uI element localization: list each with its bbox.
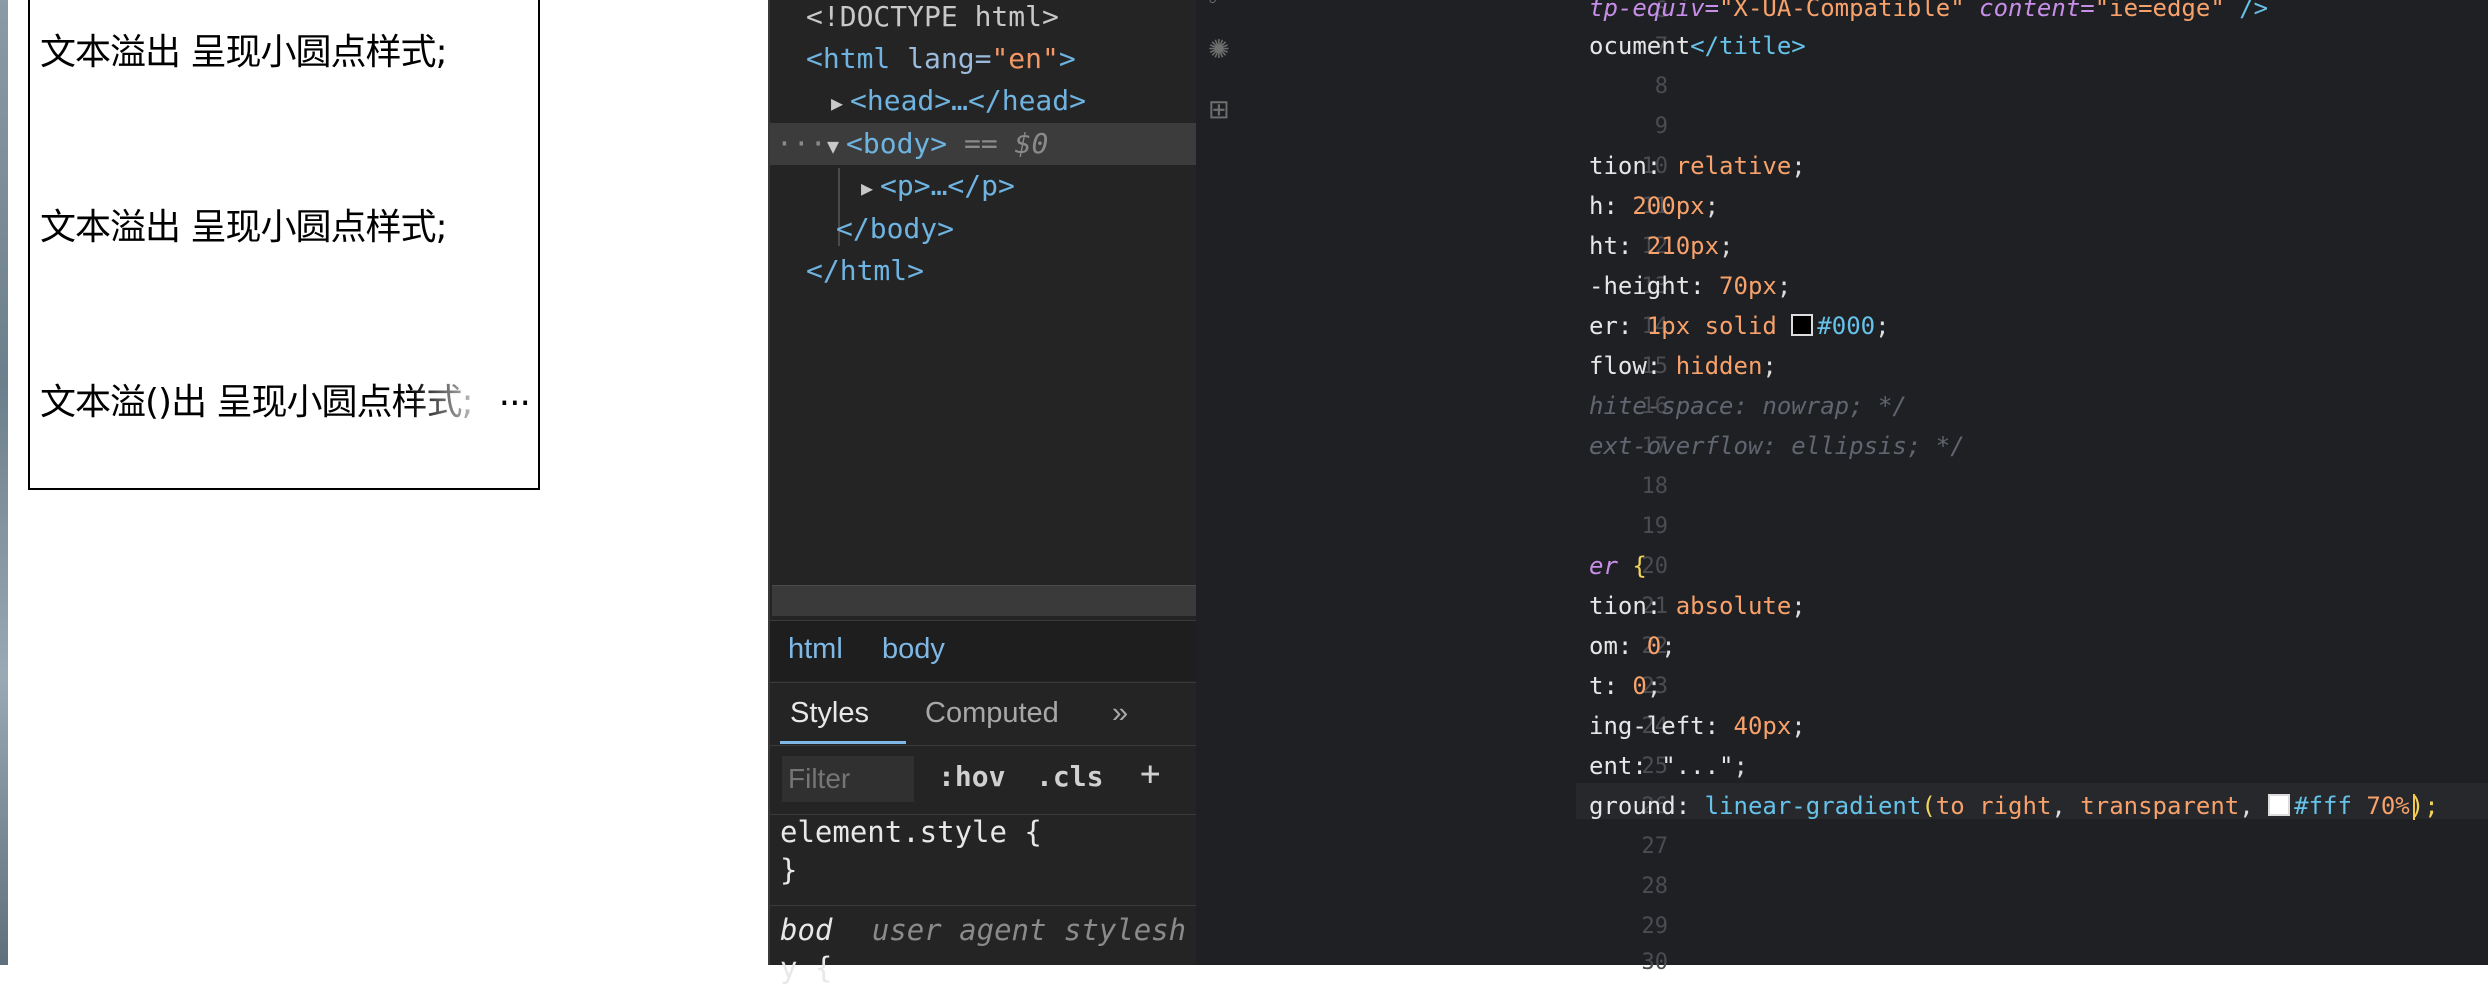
debug-bug-icon[interactable]: ✺: [1208, 34, 1238, 64]
styles-filter-input[interactable]: [782, 756, 914, 802]
code-line-6[interactable]: tp-equiv="X-UA-Compatible" content="ie=e…: [1589, 0, 2268, 22]
demo-text-line: 文本溢出 呈现小圆点样式;: [40, 207, 448, 248]
collapse-triangle-icon[interactable]: ▼: [820, 125, 846, 167]
code-editor: ◦ ✺ ⊞ 6 7 8 9 10 11 12 13 14 15 16 17 18…: [1196, 0, 2488, 975]
code-line-23[interactable]: t: 0;: [1589, 672, 1661, 700]
text-cursor: [2413, 794, 2415, 820]
dom-body-close[interactable]: </body>: [836, 208, 954, 250]
dom-body-node-selected[interactable]: ··· ▼ <body> == $0: [770, 123, 1198, 165]
line-number: 9: [1654, 114, 1668, 139]
browser-viewport: 文本溢出 呈现小圆点样式; 文本溢出 呈现小圆点样式; 文本溢()出 呈现小圆点…: [8, 0, 768, 965]
search-icon[interactable]: ◦: [1208, 0, 1238, 14]
styles-tabbar: Styles Computed »: [770, 682, 1198, 746]
more-dots-icon[interactable]: ···: [776, 123, 827, 165]
code-line-10[interactable]: tion: relative;: [1589, 152, 1806, 180]
tab-computed[interactable]: Computed: [925, 697, 1059, 730]
line-number: 28: [1641, 874, 1669, 899]
more-tabs-chevron-icon[interactable]: »: [1112, 697, 1128, 730]
breadcrumb: html body: [770, 620, 1198, 681]
code-line-7[interactable]: ocument</title>: [1589, 32, 1806, 60]
extensions-icon[interactable]: ⊞: [1208, 94, 1238, 124]
line-number: 8: [1654, 74, 1668, 99]
line-number: 29: [1641, 914, 1669, 939]
ua-rule-header: bod user agent stylesh: [780, 913, 1186, 947]
dom-html-node[interactable]: <html lang="en">: [806, 38, 1076, 80]
ua-stylesheet-label: user agent stylesh: [871, 913, 1187, 947]
code-line-16-comment[interactable]: hite-space: nowrap; */: [1589, 392, 1907, 420]
demo-container: 文本溢出 呈现小圆点样式; 文本溢出 呈现小圆点样式; 文本溢()出 呈现小圆点…: [28, 0, 540, 490]
class-toggle[interactable]: .cls: [1036, 760, 1103, 793]
demo-text-line: 文本溢出 呈现小圆点样式;: [40, 32, 448, 73]
line-number: 18: [1641, 474, 1669, 499]
elements-tree: <!DOCTYPE html> <html lang="en"> ▶ <head>…: [770, 0, 1198, 580]
ellipsis-marker: ...: [498, 373, 530, 414]
styles-filter-bar: :hov .cls +: [770, 746, 1198, 815]
dom-head-node[interactable]: ▶ <head>…</head>: [824, 80, 1086, 122]
demo-text-line-clipped: 文本溢()出 呈现小圆点样式; ...: [40, 373, 530, 425]
styles-rules: element.style { } bod user agent stylesh…: [770, 815, 1198, 985]
devtools-panel: <!DOCTYPE html> <html lang="en"> ▶ <head>…: [768, 0, 1198, 985]
code-line-20[interactable]: er {: [1589, 552, 1647, 580]
tab-styles[interactable]: Styles: [790, 697, 869, 730]
rule-divider: [770, 905, 1198, 906]
dom-p-node[interactable]: ▶ <p>…</p>: [854, 165, 1015, 207]
ua-selector[interactable]: bod: [780, 913, 832, 947]
element-style-close: }: [780, 853, 798, 887]
element-style-rule[interactable]: element.style {: [780, 815, 1042, 849]
color-swatch-black[interactable]: [1791, 314, 1814, 336]
horizontal-scrollbar[interactable]: [772, 585, 1196, 616]
code-line-11[interactable]: h: 200px;: [1589, 192, 1719, 220]
code-line-12[interactable]: ht: 210px;: [1589, 232, 1734, 260]
code-line-13[interactable]: -height: 70px;: [1589, 272, 1791, 300]
line-number: 19: [1641, 514, 1669, 539]
code-line-24[interactable]: ing-left: 40px;: [1589, 712, 1806, 740]
code-line-17-comment[interactable]: ext-overflow: ellipsis; */: [1589, 432, 1965, 460]
breadcrumb-body[interactable]: body: [882, 633, 945, 666]
expand-triangle-icon[interactable]: ▶: [854, 167, 880, 209]
expand-triangle-icon[interactable]: ▶: [824, 82, 850, 124]
code-line-21[interactable]: tion: absolute;: [1589, 592, 1806, 620]
code-line-26-current[interactable]: ground: linear-gradient(to right, transp…: [1589, 792, 2439, 820]
code-line-25[interactable]: ent: "...";: [1589, 752, 1748, 780]
ua-rule-open: y {: [780, 951, 833, 985]
code-line-22[interactable]: om: 0;: [1589, 632, 1676, 660]
color-swatch-white[interactable]: [2268, 794, 2291, 816]
dom-doctype[interactable]: <!DOCTYPE html>: [806, 0, 1059, 38]
line-number: 27: [1641, 834, 1669, 859]
desktop-wallpaper-edge: [0, 0, 8, 965]
hover-state-toggle[interactable]: :hov: [938, 760, 1005, 793]
line-number: 30: [1641, 950, 1669, 975]
breadcrumb-html[interactable]: html: [788, 633, 843, 666]
editor-activity-bar: ◦ ✺ ⊞: [1196, 0, 1248, 965]
code-line-15[interactable]: flow: hidden;: [1589, 352, 1777, 380]
active-tab-indicator: [780, 741, 906, 744]
demo-text: 文本溢()出 呈现小圆点样式;: [40, 382, 474, 423]
code-line-14[interactable]: er: 1px solid #000;: [1589, 312, 1890, 340]
dom-html-close[interactable]: </html>: [806, 250, 924, 292]
add-rule-plus-icon[interactable]: +: [1140, 754, 1160, 794]
